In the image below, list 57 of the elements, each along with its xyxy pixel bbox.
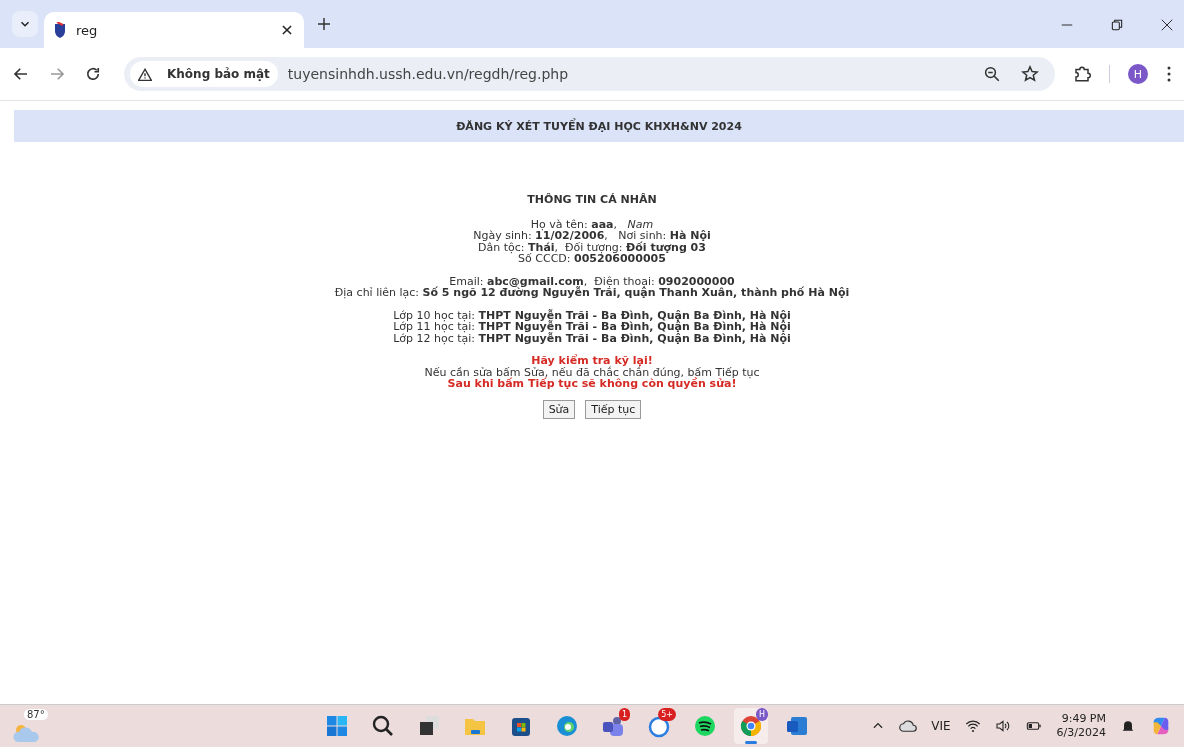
- cloud-icon: [12, 723, 42, 743]
- notification-bell-icon[interactable]: [1120, 718, 1136, 734]
- address-bar[interactable]: Không bảo mật tuyensinhdh.ussh.edu.vn/regdh/reg.php: [124, 57, 1055, 91]
- info-line: Dân tộc: Thái, Đối tượng: Đối tượng 03: [478, 241, 706, 253]
- reload-icon[interactable]: [84, 65, 102, 83]
- info-line: Địa chỉ liên lạc: Số 5 ngõ 12 đường Nguyễn Trãi, quận Thanh Xuân, thành phố Hà Nội: [334, 287, 850, 299]
- music-icon: [693, 714, 717, 738]
- tab-title: reg: [76, 22, 99, 38]
- wifi-icon[interactable]: [964, 718, 981, 734]
- zoom-out-icon[interactable]: [983, 65, 1001, 83]
- language-indicator[interactable]: VIE: [931, 719, 951, 733]
- continue-button[interactable]: Tiếp tục: [585, 399, 642, 419]
- clock[interactable]: 9:49 PM 6/3/2024: [1056, 712, 1106, 740]
- weather-widget[interactable]: 87°: [12, 709, 52, 743]
- warning-text: Hãy kiểm tra kỹ lại!: [531, 355, 653, 367]
- section-title: THÔNG TIN CÁ NHÂN: [527, 194, 657, 206]
- forward-icon[interactable]: [48, 65, 66, 83]
- info-line: Lớp 10 học tại: THPT Nguyễn Trãi - Ba Đình, Quận Ba Đình, Hà Nội: [393, 309, 791, 321]
- document-icon: [785, 714, 809, 738]
- start-icon: [325, 714, 349, 738]
- profile-avatar[interactable]: H: [1128, 64, 1148, 84]
- info-line: Email: abc@gmail.com, Điện thoại: 0902000000: [449, 275, 735, 287]
- notification-badge: 5+: [658, 708, 676, 721]
- extensions-icon[interactable]: [1073, 65, 1091, 83]
- close-icon[interactable]: [1160, 18, 1174, 32]
- windows-icon: [417, 714, 441, 738]
- cloud-icon[interactable]: [899, 717, 918, 735]
- info-line: Số CCCD: 005206000005: [518, 253, 666, 265]
- active-indicator: [745, 741, 757, 744]
- warning-text: Sau khi bấm Tiếp tục sẽ không còn quyền sửa!: [447, 378, 737, 390]
- info-line: Lớp 11 học tại: THPT Nguyễn Trãi - Ba Đình, Quận Ba Đình, Hà Nội: [393, 321, 791, 333]
- new-tab-icon[interactable]: [316, 16, 332, 32]
- people-icon: [601, 714, 625, 738]
- shield-icon: [54, 22, 66, 38]
- info-line: Họ và tên: aaa, Nam: [530, 218, 654, 230]
- temperature-text: 87°: [24, 709, 48, 720]
- restore-icon[interactable]: [1110, 18, 1124, 32]
- speaker-icon[interactable]: [994, 718, 1011, 734]
- taskbar-app[interactable]: H: [734, 708, 768, 744]
- notification-badge: H: [756, 708, 768, 721]
- warning-icon: [138, 67, 152, 81]
- url-text: tuyensinhdh.ussh.edu.vn/regdh/reg.php: [287, 66, 570, 82]
- edit-button[interactable]: Sửa: [542, 399, 576, 419]
- taskbar-app[interactable]: 5+: [642, 708, 676, 744]
- instruction-text: Nếu cần sửa bấm Sửa, nếu đã chắc chắn đúng, bấm Tiếp tục: [424, 366, 760, 378]
- taskbar-app[interactable]: 1: [596, 708, 630, 744]
- back-icon[interactable]: [12, 65, 30, 83]
- bookmark-star-icon[interactable]: [1021, 65, 1039, 83]
- security-chip[interactable]: Không bảo mật: [130, 61, 278, 87]
- browser-tab[interactable]: reg: [44, 12, 304, 48]
- info-line: Ngày sinh: 11/02/2006, Nơi sinh: Hà Nội: [473, 230, 711, 242]
- notification-badge: 1: [618, 708, 630, 721]
- close-icon[interactable]: [280, 23, 294, 37]
- more-menu-icon[interactable]: [1166, 65, 1172, 83]
- page-header: ĐĂNG KÝ XÉT TUYỂN ĐẠI HỌC KHXH&NV 2024: [14, 110, 1184, 142]
- info-line: Lớp 12 học tại: THPT Nguyễn Trãi - Ba Đình, Quận Ba Đình, Hà Nội: [393, 332, 791, 344]
- search-icon: [371, 714, 395, 738]
